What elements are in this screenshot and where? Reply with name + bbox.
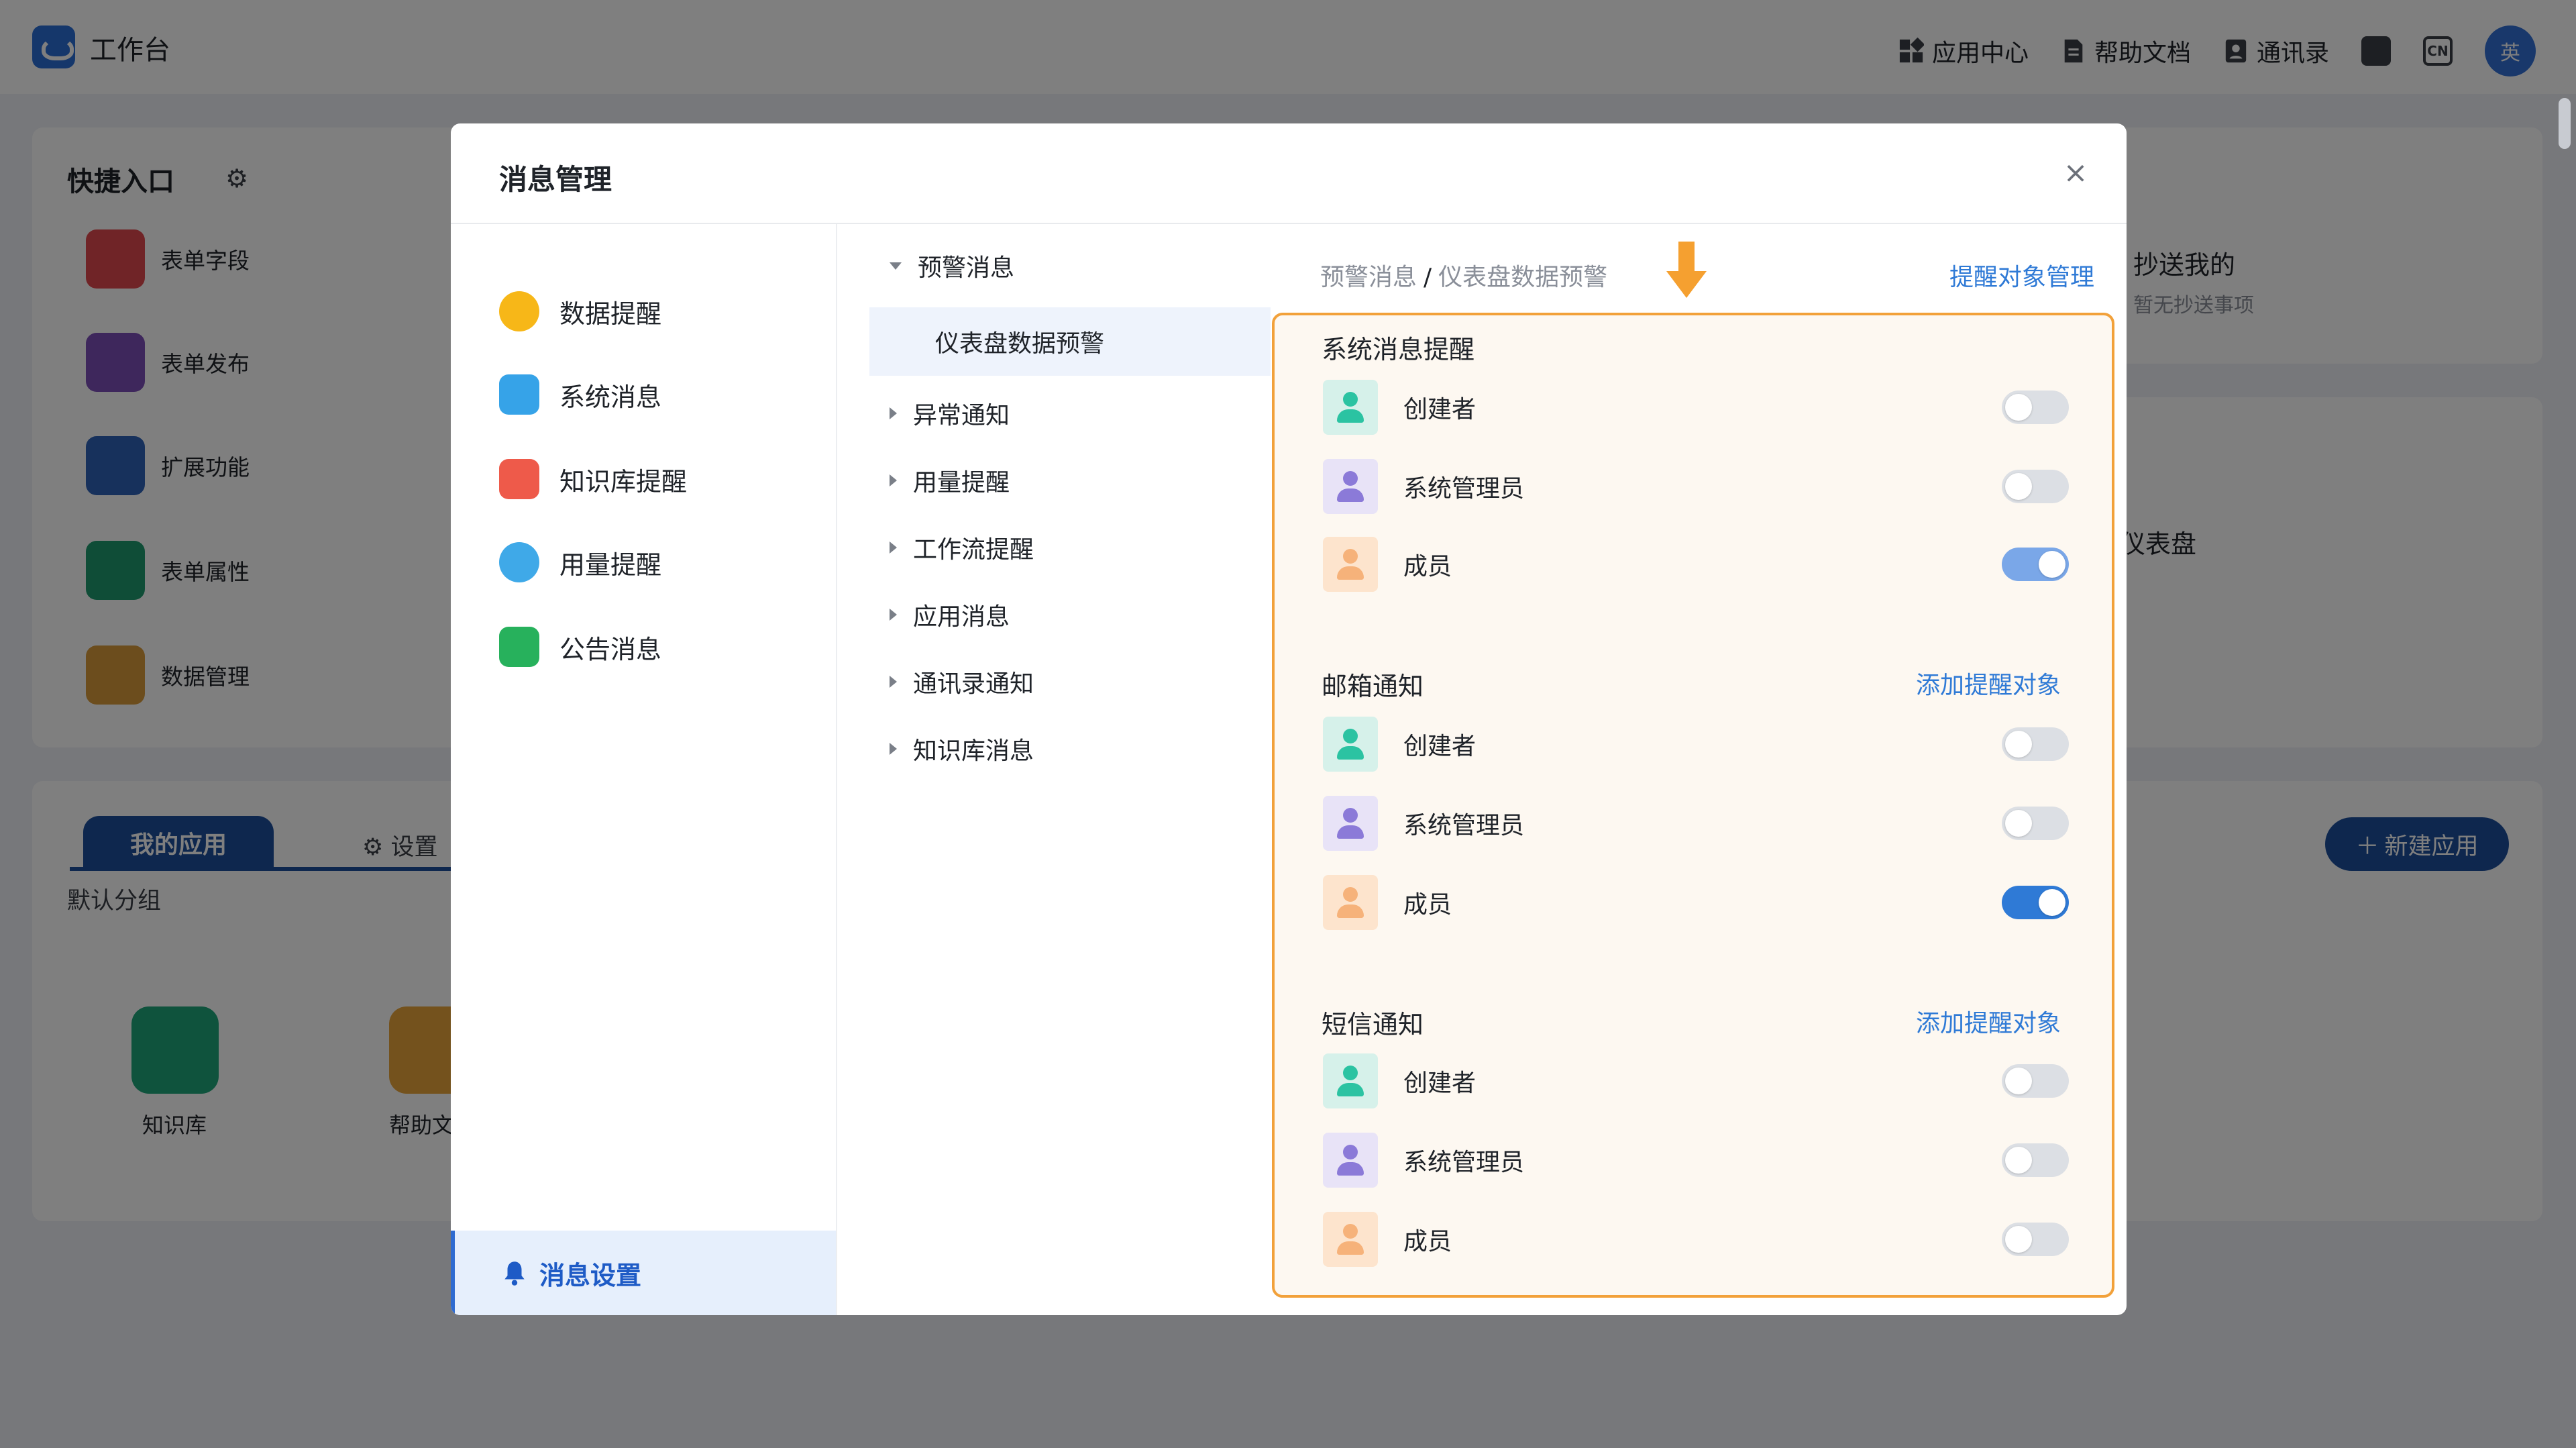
breadcrumb-parent[interactable]: 预警消息 (1320, 264, 1417, 291)
message-management-dialog: 消息管理 × 数据提醒 系统消息 知识库提醒 用量提醒 公告消息 消息设置 预警… (451, 123, 2127, 1315)
tree-node[interactable]: 知识库消息 (890, 731, 1034, 766)
toggle-switch[interactable] (2002, 548, 2069, 581)
nav-data-reminder[interactable]: 数据提醒 (499, 291, 661, 331)
recipient-row: 系统管理员 (1323, 1133, 2069, 1188)
tree-node-label: 用量提醒 (913, 469, 1010, 497)
arrow-down-icon (1666, 242, 1707, 298)
section-title-system: 系统消息提醒 (1322, 335, 1475, 364)
nav-system-message[interactable]: 系统消息 (499, 374, 661, 415)
nav-label: 公告消息 (559, 634, 662, 664)
tree-node-label: 异常通知 (913, 402, 1010, 429)
page-scrollbar[interactable] (2559, 98, 2571, 149)
caret-right-icon (890, 743, 897, 755)
toggle-switch[interactable] (2002, 1143, 2069, 1177)
tree-node-label: 应用消息 (913, 603, 1010, 631)
close-icon[interactable]: × (2062, 158, 2089, 188)
tree-node[interactable]: 通讯录通知 (890, 664, 1034, 699)
creator-avatar-icon (1323, 380, 1378, 435)
member-avatar-icon (1323, 1212, 1378, 1267)
breadcrumb-separator: / (1424, 264, 1432, 291)
reminder-target-management-link[interactable]: 提醒对象管理 (1949, 258, 2094, 293)
announcement-icon (499, 627, 539, 667)
recipient-row: 系统管理员 (1323, 796, 2069, 851)
recipient-label: 系统管理员 (1403, 1149, 1525, 1176)
caret-right-icon (890, 541, 897, 554)
nav-label: 系统消息 (559, 382, 662, 412)
recipient-row: 系统管理员 (1323, 459, 2069, 514)
toggle-switch[interactable] (2002, 1223, 2069, 1256)
tree-node[interactable]: 异常通知 (890, 396, 1010, 431)
system-message-icon (499, 374, 539, 415)
recipient-label: 成员 (1403, 891, 1452, 919)
nav-label: 数据提醒 (559, 299, 662, 329)
nav-label: 知识库提醒 (559, 466, 688, 497)
recipient-label: 创建者 (1403, 733, 1477, 760)
caret-right-icon (890, 407, 897, 419)
add-reminder-target-link[interactable]: 添加提醒对象 (1916, 666, 2061, 701)
caret-right-icon (890, 609, 897, 621)
recipient-label: 成员 (1403, 553, 1452, 580)
admin-avatar-icon (1323, 1133, 1378, 1188)
nav-knowledge-reminder[interactable]: 知识库提醒 (499, 459, 687, 499)
notification-settings-panel: 系统消息提醒 创建者 系统管理员 成员 邮箱通知 添加提醒对象 创建者 系统管理… (1272, 313, 2114, 1298)
creator-avatar-icon (1323, 1053, 1378, 1108)
breadcrumb: 预警消息 / 仪表盘数据预警 (1320, 258, 1607, 293)
recipient-row: 创建者 (1323, 1053, 2069, 1108)
recipient-row: 成员 (1323, 1212, 2069, 1267)
tree-node[interactable]: 应用消息 (890, 597, 1010, 632)
section-title-email: 邮箱通知 (1322, 672, 1424, 701)
data-reminder-icon (499, 291, 539, 331)
admin-avatar-icon (1323, 459, 1378, 514)
admin-avatar-icon (1323, 796, 1378, 851)
tree-node-selected[interactable]: 仪表盘数据预警 (869, 307, 1271, 376)
usage-icon (499, 542, 539, 582)
recipient-row: 创建者 (1323, 380, 2069, 435)
tree-node-label: 知识库消息 (913, 737, 1034, 765)
toggle-switch[interactable] (2002, 391, 2069, 424)
member-avatar-icon (1323, 537, 1378, 592)
creator-avatar-icon (1323, 717, 1378, 772)
nav-label: 用量提醒 (559, 550, 662, 580)
tree-node-expanded[interactable]: 预警消息 (890, 248, 1014, 283)
toggle-switch[interactable] (2002, 470, 2069, 503)
recipient-label: 系统管理员 (1403, 475, 1525, 503)
bell-icon (504, 1261, 525, 1286)
toggle-switch[interactable] (2002, 1064, 2069, 1098)
tree-node-label: 工作流提醒 (913, 536, 1034, 564)
caret-right-icon (890, 474, 897, 486)
dialog-header: 消息管理 × (451, 123, 2127, 224)
add-reminder-target-link[interactable]: 添加提醒对象 (1916, 1004, 2061, 1039)
nav-announcement[interactable]: 公告消息 (499, 627, 661, 667)
caret-right-icon (890, 676, 897, 688)
recipient-row: 成员 (1323, 537, 2069, 592)
tree-node[interactable]: 用量提醒 (890, 463, 1010, 498)
recipient-label: 创建者 (1403, 1070, 1477, 1097)
recipient-label: 创建者 (1403, 396, 1477, 423)
toggle-switch[interactable] (2002, 727, 2069, 761)
recipient-label: 系统管理员 (1403, 812, 1525, 839)
tree-node[interactable]: 工作流提醒 (890, 530, 1034, 565)
nav-usage-reminder[interactable]: 用量提醒 (499, 542, 661, 582)
tree-node-label: 通讯录通知 (913, 670, 1034, 698)
recipient-row: 创建者 (1323, 717, 2069, 772)
message-category-nav: 数据提醒 系统消息 知识库提醒 用量提醒 公告消息 消息设置 (451, 224, 837, 1315)
breadcrumb-current: 仪表盘数据预警 (1438, 264, 1608, 291)
nav-label: 消息设置 (539, 1260, 642, 1290)
caret-down-icon (890, 262, 902, 270)
toggle-switch[interactable] (2002, 807, 2069, 840)
section-title-sms: 短信通知 (1322, 1010, 1424, 1039)
recipient-row: 成员 (1323, 875, 2069, 930)
message-type-tree: 预警消息 仪表盘数据预警 异常通知 用量提醒 工作流提醒 应用消息 通讯录通知 … (836, 224, 1271, 1315)
member-avatar-icon (1323, 875, 1378, 930)
recipient-label: 成员 (1403, 1228, 1452, 1255)
tree-node-label: 预警消息 (918, 254, 1015, 282)
toggle-switch[interactable] (2002, 886, 2069, 919)
book-icon (499, 459, 539, 499)
nav-message-settings[interactable]: 消息设置 (451, 1231, 836, 1315)
dialog-title: 消息管理 (499, 163, 612, 196)
